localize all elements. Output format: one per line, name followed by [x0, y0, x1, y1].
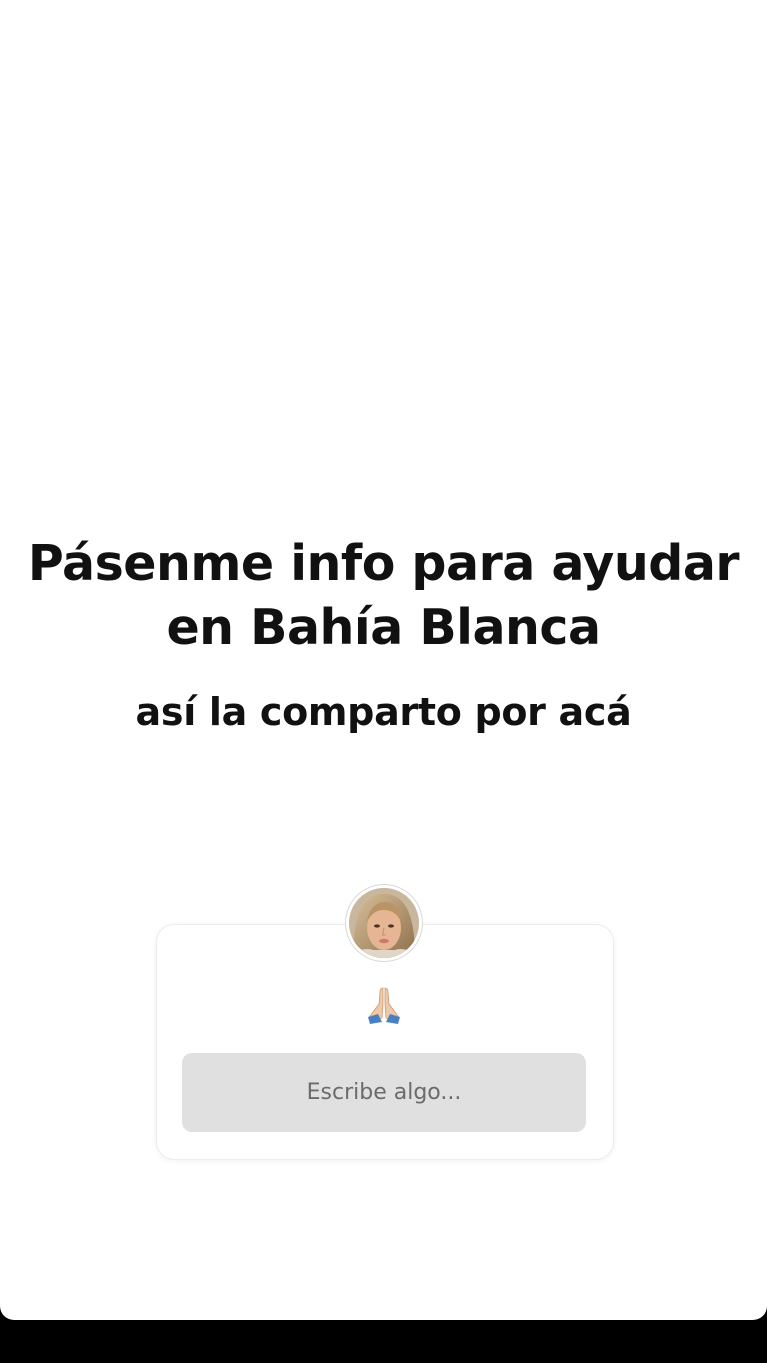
bottom-bar [0, 1320, 767, 1363]
user-avatar-icon [349, 888, 419, 958]
story-subline: así la comparto por acá [135, 690, 632, 734]
folded-hands-icon [343, 984, 425, 1032]
story-canvas: Pásenme info para ayudar en Bahía Blanca… [0, 0, 767, 1320]
avatar [346, 885, 422, 961]
reply-input[interactable] [182, 1053, 586, 1132]
story-headline: Pásenme info para ayudar en Bahía Blanca [27, 535, 740, 656]
